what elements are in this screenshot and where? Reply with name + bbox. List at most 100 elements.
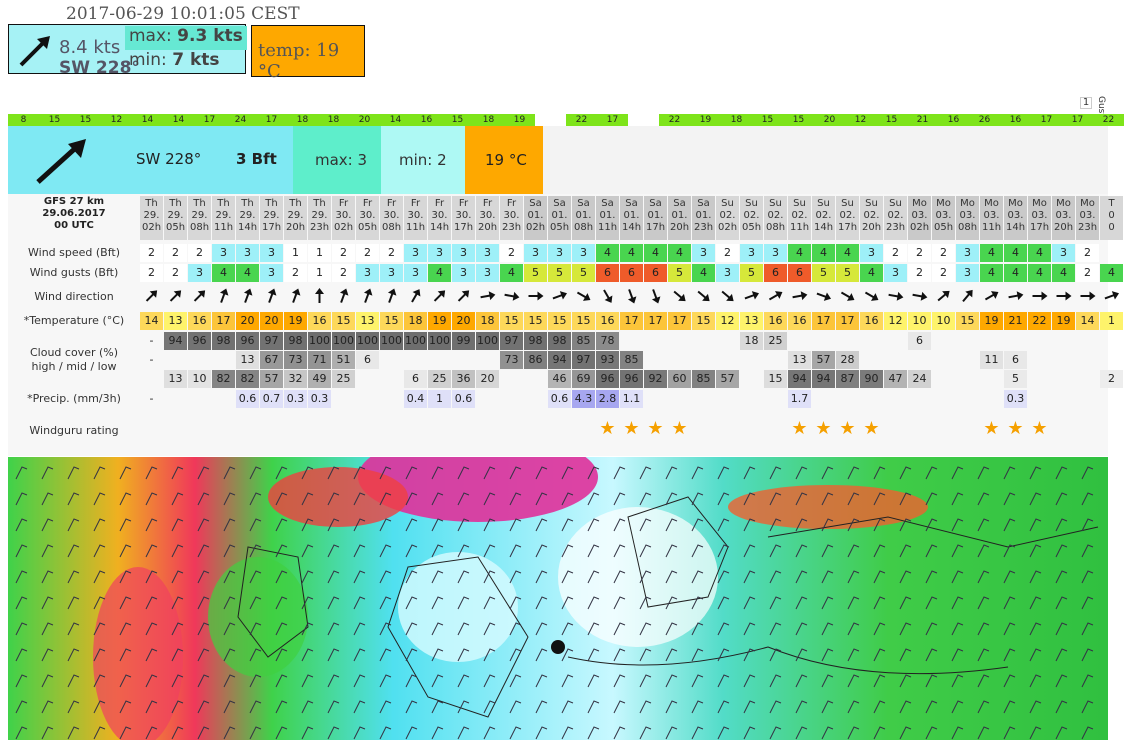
precip-cell	[1076, 390, 1099, 408]
column-hour: 23h	[309, 222, 330, 233]
column-header: Su 02. 02h	[716, 196, 739, 240]
precip-cell	[860, 390, 883, 408]
strip-cell: 20	[814, 114, 845, 126]
temperature-cell: 10	[932, 312, 955, 330]
cloud-low-cell: 2	[1100, 370, 1123, 388]
precip-cell: 4.3	[572, 390, 595, 408]
temperature-cell: 15	[692, 312, 715, 330]
precip-cell	[476, 390, 499, 408]
column-header: Sa 01. 08h	[572, 196, 595, 240]
temperature-cell: 16	[308, 312, 331, 330]
column-hour: 17h	[261, 222, 282, 233]
column-date: 03.	[959, 210, 976, 221]
gust-strip: 8 15 15 12 14 14 17 24 17 18 18 20 14 16 15 18 19 22 17 22 1…	[8, 114, 1124, 126]
column-day: Su	[745, 198, 758, 209]
column-header: Mo 03. 20h	[1052, 196, 1075, 240]
column-hour: 08h	[189, 222, 210, 233]
temperature-cell: 10	[908, 312, 931, 330]
strip-cell: 19	[504, 114, 535, 126]
column-hour: 08h	[765, 222, 786, 233]
strip-cell: 16	[411, 114, 442, 126]
column-date: 29.	[215, 210, 232, 221]
wind-arrow-icon	[36, 139, 86, 184]
wind-gust-cell: 4	[428, 264, 451, 282]
wind-speed-cell: 3	[1052, 244, 1075, 262]
column-header: Mo 03. 23h	[1076, 196, 1099, 240]
model-date: 29.06.2017	[42, 208, 106, 219]
strip-cell: 18	[318, 114, 349, 126]
cloud-low-cell: 20	[476, 370, 499, 388]
precip-cell	[908, 390, 931, 408]
forecast-summary: SW 228° 3 Bft max: 3 min: 2 19 °C	[8, 126, 1108, 194]
label-cloud-levels: high / mid / low	[31, 360, 117, 373]
cloud-mid-cell	[740, 351, 763, 369]
cloud-mid-cell: 73	[284, 351, 307, 369]
column-hour: 11h	[789, 222, 810, 233]
cloud-mid-cell	[1028, 351, 1051, 369]
model-time: 00 UTC	[54, 220, 94, 231]
temperature-cell: 17	[836, 312, 859, 330]
wind-speed-cell: 4	[1028, 244, 1051, 262]
cloud-mid-cell: 6	[356, 351, 379, 369]
strip-cell: 20	[349, 114, 380, 126]
column-date: 0	[1108, 210, 1115, 221]
wind-gust-cell: 5	[524, 264, 547, 282]
cloud-high-cell	[956, 332, 979, 350]
wind-gust-cell: 2	[164, 264, 187, 282]
rating-star-icon: ★	[791, 418, 808, 439]
temperature-cell: 16	[788, 312, 811, 330]
strip-cell: 24	[225, 114, 256, 126]
wind-gust-cell: 3	[260, 264, 283, 282]
cloud-low-cell	[1052, 370, 1075, 388]
live-speed: 8.4 kts	[59, 37, 121, 58]
column-day: Sa	[553, 198, 566, 209]
temperature-cell: 19	[1052, 312, 1075, 330]
strip-cell: 17	[1031, 114, 1062, 126]
column-day: Th	[145, 198, 158, 209]
cloud-low-cell	[740, 370, 763, 388]
wind-direction-arrow-icon	[984, 291, 999, 301]
page-number[interactable]: 1	[1080, 97, 1092, 109]
cloud-low-cell: 24	[908, 370, 931, 388]
cloud-low-cell: 82	[236, 370, 259, 388]
wind-speed-cell: 2	[932, 244, 955, 262]
strip-cell: 22	[659, 114, 690, 126]
cloud-mid-cell: 67	[260, 351, 283, 369]
strip-cell: 15	[783, 114, 814, 126]
cloud-high-cell: 18	[740, 332, 763, 350]
column-day: Fr	[458, 198, 469, 209]
wind-direction-arrow-icon	[339, 288, 349, 303]
live-wind-box: 8.4 kts SW 228° max: 9.3 kts min: 7 kts	[8, 24, 247, 78]
column-header: Th 29. 17h	[260, 196, 283, 240]
precip-cell	[1028, 390, 1051, 408]
strip-cell: 22	[566, 114, 597, 126]
column-date: 01.	[671, 210, 688, 221]
wind-speed-cell: 3	[524, 244, 547, 262]
strip-cell: 19	[690, 114, 721, 126]
column-day: Mo	[912, 198, 927, 209]
wind-gust-cell: 4	[500, 264, 523, 282]
column-date: 03.	[1007, 210, 1024, 221]
wind-gust-cell: 3	[188, 264, 211, 282]
wind-speed-cell	[1100, 244, 1123, 262]
precip-cell: 1	[428, 390, 451, 408]
temperature-cell: 17	[620, 312, 643, 330]
live-min: min: 7 kts	[125, 50, 247, 74]
temperature-cell: 12	[716, 312, 739, 330]
cloud-mid-cell: 85	[620, 351, 643, 369]
column-day: Th	[313, 198, 326, 209]
rating-star-icon: ★	[647, 418, 664, 439]
column-day: Fr	[506, 198, 517, 209]
wind-direction-arrow-icon	[433, 290, 446, 302]
weather-map[interactable]	[8, 457, 1108, 740]
wind-direction-arrow-icon	[962, 289, 973, 303]
temperature-cell: 14	[140, 312, 163, 330]
temperature-cell: 15	[572, 312, 595, 330]
cloud-high-cell: 97	[260, 332, 283, 350]
wind-speed-cell: 4	[668, 244, 691, 262]
cloud-high-cell	[692, 332, 715, 350]
column-day: Mo	[984, 198, 999, 209]
cloud-high-cell	[716, 332, 739, 350]
cloud-low-cell: 94	[812, 370, 835, 388]
wind-speed-cell: 2	[332, 244, 355, 262]
